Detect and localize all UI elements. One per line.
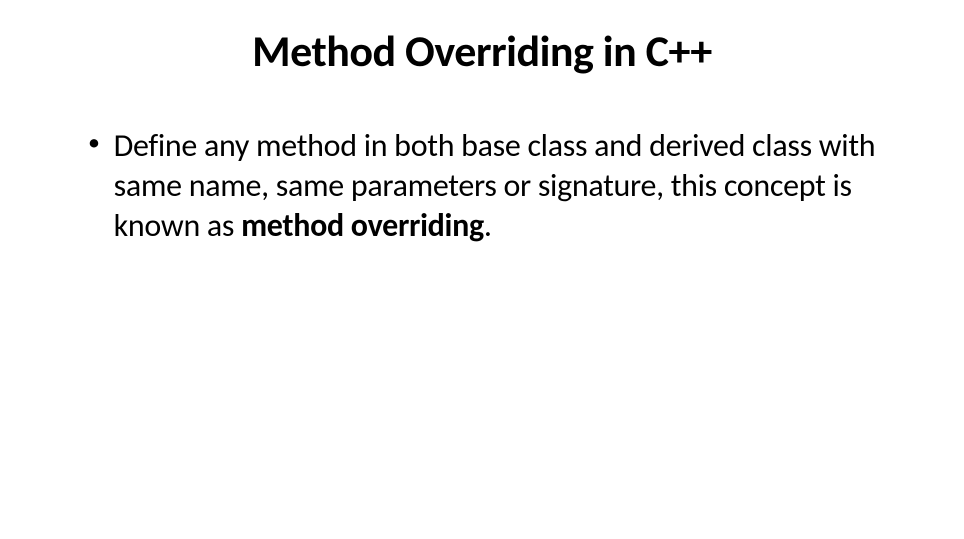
slide-container: Method Overriding in C++ • Define any me…	[0, 24, 964, 523]
bullet-marker-icon: •	[88, 128, 100, 158]
slide-title: Method Overriding in C++	[0, 24, 964, 78]
bullet-bold-term: method overriding	[241, 206, 484, 245]
bullet-text: Define any method in both base class and…	[114, 126, 894, 246]
bullet-item: • Define any method in both base class a…	[60, 126, 894, 246]
bullet-text-part2: .	[484, 206, 492, 245]
slide-content: • Define any method in both base class a…	[0, 126, 964, 246]
bullet-text-part1: Define any method in both base class and…	[114, 126, 876, 245]
